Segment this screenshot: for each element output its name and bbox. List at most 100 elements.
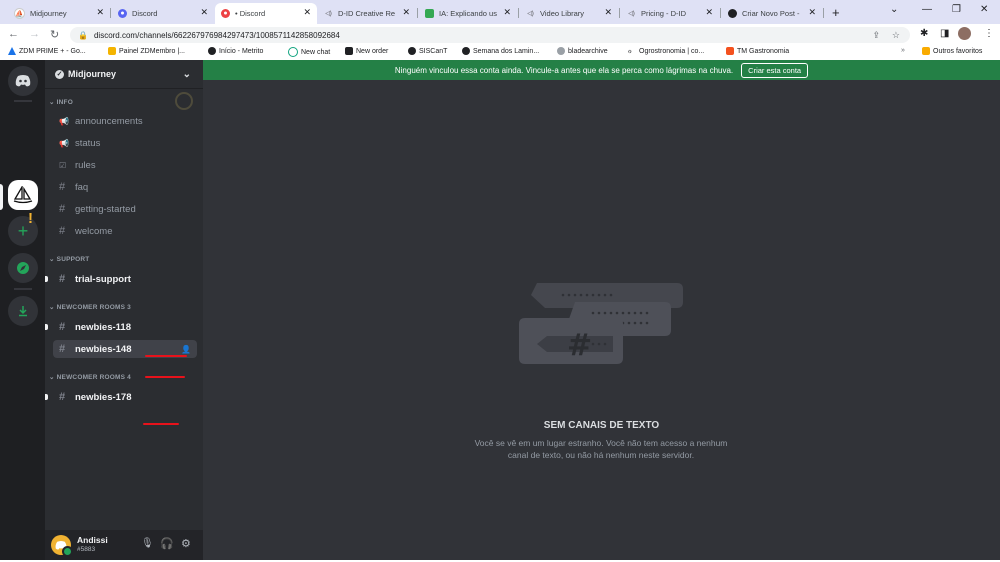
close-icon[interactable]: ✕ — [604, 7, 612, 18]
close-icon[interactable]: ✕ — [705, 7, 713, 18]
bookmark-item[interactable]: New chat — [288, 47, 330, 57]
bookmark-item[interactable]: Semana dos Lamin... — [462, 47, 539, 55]
address-bar[interactable]: 🔒 discord.com/channels/66226797698429747… — [70, 27, 910, 43]
extensions-icon[interactable]: ✱ — [920, 28, 928, 39]
tab-search-chevron-icon[interactable]: ⌄ — [890, 4, 898, 15]
channel-name: getting-started — [75, 203, 136, 215]
tab-did-creative[interactable]: ◁) D-ID Creative Re ✕ — [318, 3, 416, 24]
close-icon[interactable]: ✕ — [200, 7, 208, 18]
forward-button[interactable]: → — [29, 28, 40, 40]
download-apps-button[interactable] — [8, 296, 38, 326]
unclaimed-account-banner: Ninguém vinculou essa conta ainda. Vincu… — [203, 60, 1000, 80]
other-bookmarks-folder[interactable]: Outros favoritos — [922, 47, 982, 55]
share-icon[interactable]: ⇪ — [872, 30, 880, 41]
minimize-button[interactable]: — — [922, 4, 932, 15]
chevron-down-icon: ⌄ — [182, 68, 191, 80]
channel-announcements[interactable]: 📢 announcements — [53, 112, 197, 130]
channel-faq[interactable]: # faq — [53, 178, 197, 196]
verified-badge-icon: ✓ — [55, 69, 64, 79]
menu-icon[interactable]: ⋮ — [984, 28, 994, 39]
close-icon[interactable]: ✕ — [96, 7, 104, 18]
server-name: Midjourney — [68, 69, 117, 79]
bookmark-favicon-icon — [345, 47, 353, 55]
globe-icon — [208, 47, 216, 55]
red-annotation-mark — [145, 355, 187, 357]
channel-name: newbies-148 — [75, 343, 132, 355]
discord-logo-icon — [15, 75, 31, 87]
browser-toolbar: ← → ↻ 🔒 discord.com/channels/66226797698… — [0, 24, 1000, 46]
channel-trial-support[interactable]: # trial-support — [45, 270, 197, 288]
settings-gear-icon[interactable]: ⚙ — [181, 537, 191, 550]
hash-icon: # — [59, 203, 66, 215]
bookmark-item[interactable]: TM Gastronomia — [726, 47, 789, 55]
channel-newbies-178[interactable]: # newbies-178 — [45, 388, 197, 406]
audio-icon: ◁) — [527, 11, 534, 17]
tab-midjourney[interactable]: ⛵ Midjourney ✕ — [8, 3, 110, 24]
red-annotation-mark — [145, 376, 185, 378]
category-label: INFO — [56, 99, 73, 106]
empty-state-title: SEM CANAIS DE TEXTO — [543, 420, 660, 431]
chevron-down-icon: ⌄ — [49, 256, 57, 263]
bookmark-item[interactable]: ℴ Ogrostronomia | co... — [628, 47, 704, 55]
chatgpt-icon — [288, 47, 298, 57]
bookmark-star-icon[interactable]: ☆ — [892, 30, 900, 41]
direct-messages-button[interactable] — [8, 66, 38, 96]
username[interactable]: Andissi — [77, 535, 108, 545]
bookmark-item[interactable]: ZDM PRIME + - Go... — [8, 47, 86, 55]
banner-text: Ninguém vinculou essa conta ainda. Vincu… — [394, 65, 734, 75]
headphones-icon[interactable]: 🎧 — [160, 537, 174, 550]
bookmark-item[interactable]: Início - Metrito — [208, 47, 263, 55]
avatar[interactable] — [51, 535, 73, 557]
category-support[interactable]: ⌄ SUPPORT — [49, 255, 89, 263]
close-icon[interactable]: ✕ — [808, 7, 816, 18]
bookmark-item[interactable]: New order — [345, 47, 388, 55]
channel-rules[interactable]: ☑ rules — [53, 156, 197, 174]
channel-status[interactable]: 📢 status — [53, 134, 197, 152]
category-newcomer-rooms-4[interactable]: ⌄ NEWCOMER ROOMS 4 — [49, 373, 131, 381]
online-status-icon — [62, 546, 73, 557]
create-account-button[interactable]: Criar esta conta — [741, 62, 809, 78]
server-header[interactable]: ✓ Midjourney ⌄ — [45, 60, 203, 88]
add-server-button[interactable]: + ! — [8, 210, 38, 246]
category-info[interactable]: ⌄ INFO — [49, 98, 73, 106]
channel-name: newbies-178 — [75, 391, 132, 403]
close-icon[interactable]: ✕ — [503, 7, 511, 18]
bookmark-label: TM Gastronomia — [737, 47, 790, 55]
tab-criar-novo-post[interactable]: Criar Novo Post - ✕ — [722, 3, 822, 24]
more-bookmarks-chevron-icon[interactable]: » — [901, 47, 905, 54]
channel-newbies-118[interactable]: # newbies-118 — [45, 318, 197, 336]
bookmark-label: Painel ZDMembro |... — [119, 47, 186, 55]
explore-servers-button[interactable] — [8, 253, 38, 283]
invite-icon[interactable]: 👤 — [181, 345, 191, 354]
tab-discord[interactable]: ● Discord ✕ — [112, 3, 214, 24]
bookmark-item[interactable]: Painel ZDMembro |... — [108, 47, 185, 55]
tab-ia-explicando[interactable]: IA: Explicando us ✕ — [419, 3, 517, 24]
category-newcomer-rooms-3[interactable]: ⌄ NEWCOMER ROOMS 3 — [49, 303, 131, 311]
mute-microphone-icon[interactable]: 🎙 — [141, 538, 154, 549]
close-icon[interactable]: ✕ — [303, 7, 311, 18]
channel-welcome[interactable]: # welcome — [53, 222, 197, 240]
close-window-button[interactable]: ✕ — [980, 4, 988, 15]
server-midjourney[interactable] — [8, 180, 38, 210]
new-tab-button[interactable]: + — [832, 5, 840, 20]
back-button[interactable]: ← — [8, 28, 19, 40]
user-tag: #5883 — [77, 546, 96, 553]
audio-icon: ◁) — [628, 11, 635, 17]
folder-icon — [922, 47, 930, 55]
bookmark-favicon-icon: ℴ — [628, 46, 632, 55]
reload-button[interactable]: ↻ — [50, 28, 59, 41]
tab-pricing-did[interactable]: ◁) Pricing - D-ID ✕ — [621, 3, 719, 24]
side-panel-icon[interactable]: ◨ — [940, 28, 949, 39]
close-icon[interactable]: ✕ — [402, 7, 410, 18]
bookmark-item[interactable]: bladearchive — [557, 47, 608, 55]
bookmark-item[interactable]: SISCanT — [408, 47, 447, 55]
lock-icon: 🔒 — [78, 30, 88, 40]
discord-favicon-icon: ● — [221, 9, 230, 18]
channel-getting-started[interactable]: # getting-started — [53, 200, 197, 218]
tab-video-library[interactable]: ◁) Video Library ✕ — [520, 3, 618, 24]
restore-button[interactable]: ❐ — [952, 4, 961, 15]
channel-name: welcome — [75, 225, 113, 237]
profile-avatar[interactable] — [958, 27, 971, 40]
tab-discord-active[interactable]: ● • Discord ✕ — [215, 3, 317, 24]
channel-sidebar: ✓ Midjourney ⌄ ⌄ INFO 📢 announcements 📢 sta… — [45, 60, 203, 560]
